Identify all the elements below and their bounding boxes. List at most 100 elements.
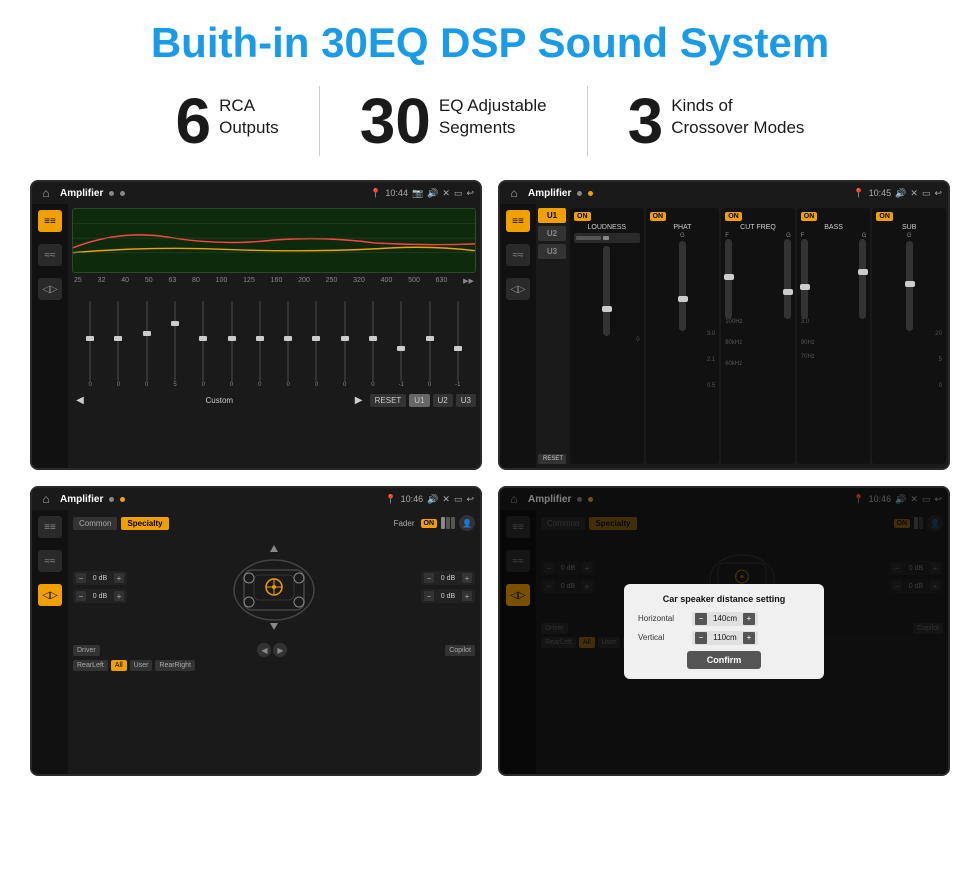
eq-slider-13[interactable]: 0 bbox=[415, 301, 443, 388]
dialog-horizontal-plus[interactable]: + bbox=[743, 613, 755, 625]
db-minus-rl[interactable]: − bbox=[76, 591, 86, 601]
db-control-rl: − 0 dB + bbox=[73, 589, 127, 603]
minimize-icon-2: ▭ bbox=[922, 188, 931, 199]
status-right-crossover: 📍 10:45 🔊 ✕ ▭ ↩ bbox=[853, 188, 942, 199]
db-val-rr: 0 dB bbox=[436, 593, 460, 600]
eq-slider-8[interactable]: 0 bbox=[274, 301, 302, 388]
dialog-vertical-row: Vertical − 110cm + bbox=[638, 631, 810, 645]
eq-slider-11[interactable]: 0 bbox=[359, 301, 387, 388]
minimize-icon: ▭ bbox=[454, 188, 463, 199]
sidebar-speaker-icon[interactable]: ◁▷ bbox=[38, 278, 62, 300]
status-title-eq: Amplifier bbox=[60, 188, 103, 199]
status-bar-fader: ⌂ Amplifier 📍 10:46 🔊 ✕ ▭ ↩ bbox=[32, 488, 480, 510]
volume-icon-3: 🔊 bbox=[427, 494, 438, 505]
db-minus-fl[interactable]: − bbox=[76, 573, 86, 583]
eq-freq-labels: 2532405063 80100125160200 25032040050063… bbox=[72, 277, 476, 285]
rearright-button[interactable]: RearRight bbox=[155, 660, 195, 671]
dialog-vertical-plus[interactable]: + bbox=[743, 632, 755, 644]
rearleft-button[interactable]: RearLeft bbox=[73, 660, 108, 671]
dialog-vertical-minus[interactable]: − bbox=[695, 632, 707, 644]
status-bar-crossover: ⌂ Amplifier 📍 10:45 🔊 ✕ ▭ ↩ bbox=[500, 182, 948, 204]
eq-slider-6[interactable]: 0 bbox=[217, 301, 245, 388]
all-button[interactable]: All bbox=[111, 660, 127, 671]
eq-slider-4[interactable]: 5 bbox=[161, 301, 189, 388]
tab-common[interactable]: Common bbox=[73, 517, 117, 530]
crossover-reset-button[interactable]: RESET bbox=[538, 454, 566, 464]
status-right-eq: 📍 10:44 📷 🔊 ✕ ▭ ↩ bbox=[370, 188, 474, 199]
sidebar-speaker-icon-2[interactable]: ◁▷ bbox=[506, 278, 530, 300]
sidebar-eq-icon[interactable]: ≡≡ bbox=[38, 210, 62, 232]
left-sidebar-crossover: ≡≡ ≈≈ ◁▷ bbox=[500, 204, 536, 468]
db-plus-rl[interactable]: + bbox=[114, 591, 124, 601]
crossover-bass-panel: ON BASS FG 3.090 bbox=[797, 208, 871, 464]
screen-content-eq: ≡≡ ≈≈ ◁▷ bbox=[32, 204, 480, 468]
eq-slider-10[interactable]: 0 bbox=[331, 301, 359, 388]
preset-u2-button[interactable]: U2 bbox=[538, 226, 566, 241]
eq-slider-5[interactable]: 0 bbox=[189, 301, 217, 388]
stat-number-crossover: 3 bbox=[628, 89, 664, 153]
fader-label: Fader bbox=[394, 519, 415, 528]
db-plus-rr[interactable]: + bbox=[462, 591, 472, 601]
crossover-cutfreq-panel: ON CUT FREQ FG 1 bbox=[721, 208, 795, 464]
driver-button[interactable]: Driver bbox=[73, 645, 100, 656]
eq-reset-button[interactable]: RESET bbox=[370, 394, 407, 407]
sidebar-eq-icon-2[interactable]: ≡≡ bbox=[506, 210, 530, 232]
home-icon[interactable]: ⌂ bbox=[38, 185, 54, 201]
screen-content-crossover: ≡≡ ≈≈ ◁▷ U1 U2 U3 RESET ON bbox=[500, 204, 948, 468]
stat-crossover: 3 Kinds ofCrossover Modes bbox=[588, 89, 845, 153]
sidebar-wave-icon[interactable]: ≈≈ bbox=[38, 244, 62, 266]
confirm-button[interactable]: Confirm bbox=[687, 651, 762, 669]
db-val-fr: 0 dB bbox=[436, 575, 460, 582]
eq-prev-button[interactable]: ◀ bbox=[72, 392, 88, 408]
user-button[interactable]: User bbox=[130, 660, 153, 671]
eq-u1-button[interactable]: U1 bbox=[409, 394, 429, 407]
crossover-phat-panel: ON PHAT G 3.02.10.5 bbox=[646, 208, 720, 464]
eq-sliders: 0 0 0 5 bbox=[72, 288, 476, 388]
cutfreq-slider-f[interactable] bbox=[725, 239, 732, 319]
eq-u3-button[interactable]: U3 bbox=[456, 394, 476, 407]
eq-slider-2[interactable]: 0 bbox=[104, 301, 132, 388]
dialog-horizontal-label: Horizontal bbox=[638, 614, 688, 623]
db-val-rl: 0 dB bbox=[88, 593, 112, 600]
db-plus-fl[interactable]: + bbox=[114, 573, 124, 583]
bass-on-badge: ON bbox=[801, 212, 818, 221]
bass-slider-f[interactable] bbox=[801, 239, 808, 319]
dialog-horizontal-row: Horizontal − 140cm + bbox=[638, 612, 810, 626]
home-icon-2[interactable]: ⌂ bbox=[506, 185, 522, 201]
dialog-title: Car speaker distance setting bbox=[638, 594, 810, 604]
status-bar-eq: ⌂ Amplifier 📍 10:44 📷 🔊 ✕ ▭ ↩ bbox=[32, 182, 480, 204]
copilot-button[interactable]: Copilot bbox=[445, 645, 475, 656]
sidebar-eq-icon-3[interactable]: ≡≡ bbox=[38, 516, 62, 538]
fader-on-toggle[interactable]: ON bbox=[421, 519, 438, 528]
eq-slider-3[interactable]: 0 bbox=[133, 301, 161, 388]
camera-icon: 📷 bbox=[412, 188, 423, 199]
dialog-overlay: Car speaker distance setting Horizontal … bbox=[500, 488, 948, 774]
eq-slider-9[interactable]: 0 bbox=[302, 301, 330, 388]
screen-content-distance: ≡≡ ≈≈ ◁▷ Common Specialty ON bbox=[500, 510, 948, 774]
home-icon-3[interactable]: ⌂ bbox=[38, 491, 54, 507]
sidebar-speaker-icon-3[interactable]: ◁▷ bbox=[38, 584, 62, 606]
sidebar-wave-icon-2[interactable]: ≈≈ bbox=[506, 244, 530, 266]
eq-next-button[interactable]: ▶ bbox=[351, 392, 367, 408]
phat-slider[interactable] bbox=[679, 241, 686, 331]
sub-slider[interactable] bbox=[906, 241, 913, 331]
eq-slider-12[interactable]: -1 bbox=[387, 301, 415, 388]
db-plus-fr[interactable]: + bbox=[462, 573, 472, 583]
eq-slider-7[interactable]: 0 bbox=[246, 301, 274, 388]
time-crossover: 10:45 bbox=[869, 188, 892, 198]
eq-slider-1[interactable]: 0 bbox=[76, 301, 104, 388]
bass-slider-g[interactable] bbox=[859, 239, 866, 319]
eq-u2-button[interactable]: U2 bbox=[433, 394, 453, 407]
cutfreq-slider-g[interactable] bbox=[784, 239, 791, 319]
close-icon: ✕ bbox=[442, 188, 450, 199]
dialog-horizontal-minus[interactable]: − bbox=[695, 613, 707, 625]
loudness-slider-1[interactable] bbox=[603, 246, 610, 336]
stat-rca: 6 RCAOutputs bbox=[136, 89, 319, 153]
sidebar-wave-icon-3[interactable]: ≈≈ bbox=[38, 550, 62, 572]
preset-u3-button[interactable]: U3 bbox=[538, 244, 566, 259]
db-minus-rr[interactable]: − bbox=[424, 591, 434, 601]
db-minus-fr[interactable]: − bbox=[424, 573, 434, 583]
tab-specialty[interactable]: Specialty bbox=[121, 517, 168, 530]
preset-u1-button[interactable]: U1 bbox=[538, 208, 566, 223]
eq-slider-14[interactable]: -1 bbox=[444, 301, 472, 388]
